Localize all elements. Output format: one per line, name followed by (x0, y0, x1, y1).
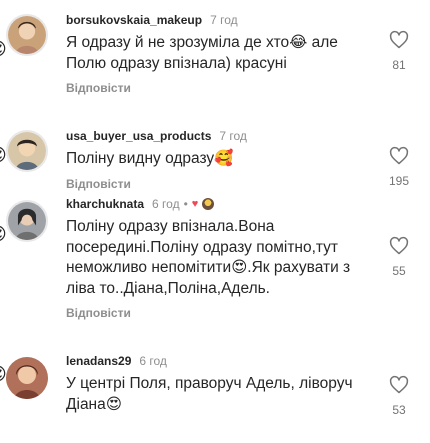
author-avatar-icon (202, 198, 215, 210)
username-link[interactable]: lenadans29 (66, 353, 131, 369)
comment-meta: usa_buyer_usa_products 7 год (66, 128, 360, 144)
comment-time: 6 год (152, 197, 180, 211)
username-link[interactable]: usa_buyer_usa_products (66, 128, 211, 144)
comment-time: 7 год (210, 13, 238, 27)
avatar[interactable] (6, 130, 48, 172)
comment-text: Поліну одразу впізнала.Вона посередині.П… (66, 218, 351, 297)
profile-photo-icon (8, 132, 46, 170)
like-control: 55 (382, 236, 416, 278)
username-link[interactable]: kharchuknata (66, 196, 144, 212)
username-link[interactable]: borsukovskaia_makeup (66, 12, 202, 28)
comment-text: Поліну видну одразу🥰 (66, 150, 234, 167)
comment-text: У центрі Поля, праворуч Адель, ліворуч Д… (66, 375, 353, 413)
profile-photo-icon (8, 202, 46, 240)
profile-photo-icon (6, 357, 48, 399)
heart-outline-icon[interactable] (389, 30, 409, 50)
profile-photo-icon (8, 16, 46, 54)
heart-outline-icon[interactable] (389, 146, 409, 166)
comment-text: Я одразу й не зрозуміла де хто😂 але Полю… (66, 34, 338, 72)
avatar[interactable] (6, 357, 48, 399)
comment-time: 6 год (139, 354, 167, 368)
comment-time: 7 год (219, 129, 247, 143)
avatar[interactable] (6, 200, 48, 242)
heart-outline-icon[interactable] (389, 236, 409, 256)
like-count[interactable]: 55 (382, 264, 416, 278)
comment-item: lenadans29 6 год У центрі Поля, праворуч… (0, 345, 430, 443)
meta-separator: • (183, 197, 188, 211)
comment-item: borsukovskaia_makeup 7 год Я одразу й не… (0, 0, 430, 110)
reply-button[interactable]: Відповісти (66, 80, 360, 96)
reply-button[interactable]: Відповісти (66, 305, 360, 321)
heart-filled-icon: ♥ (191, 198, 199, 210)
like-control: 53 (382, 375, 416, 417)
comment-meta: kharchuknata 6 год • ♥ (66, 196, 360, 212)
heart-outline-icon[interactable] (389, 375, 409, 395)
comment-meta: lenadans29 6 год (66, 353, 360, 369)
like-control: 81 (382, 30, 416, 72)
like-count[interactable]: 195 (382, 174, 416, 188)
avatar[interactable] (6, 14, 48, 56)
comment-item: usa_buyer_usa_products 7 год Поліну видн… (0, 120, 430, 200)
like-control: 195 (382, 146, 416, 188)
comment-item: kharchuknata 6 год • ♥ Поліну одразу впі… (0, 190, 430, 350)
like-count[interactable]: 53 (382, 403, 416, 417)
like-count[interactable]: 81 (382, 58, 416, 72)
comment-meta: borsukovskaia_makeup 7 год (66, 12, 360, 28)
